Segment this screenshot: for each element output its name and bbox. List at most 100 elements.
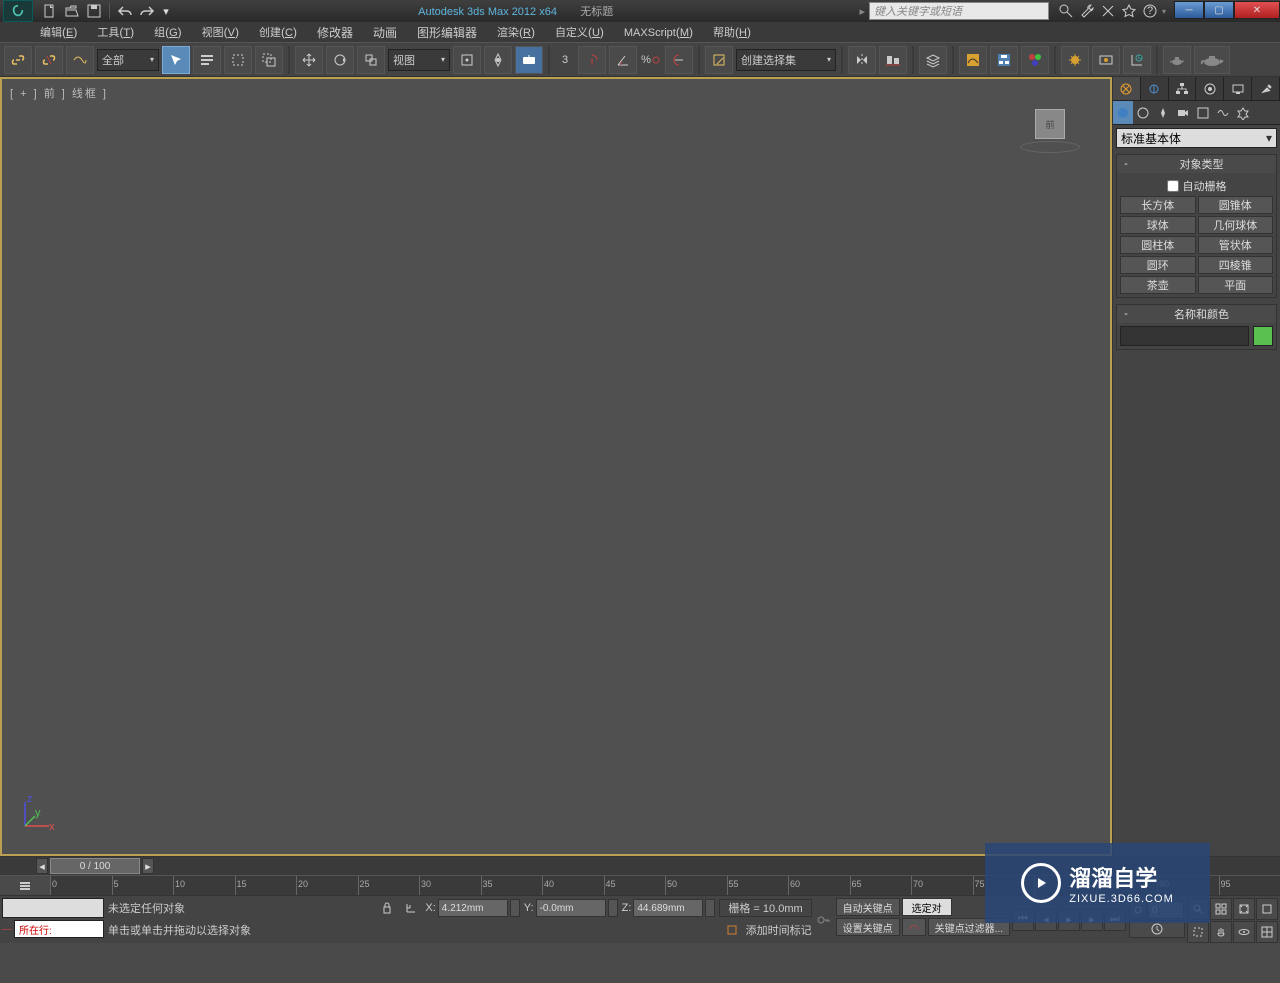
object-name-input[interactable]: [1120, 326, 1249, 346]
display-tab-icon[interactable]: [1224, 77, 1252, 100]
primitive-button[interactable]: 球体: [1120, 216, 1196, 234]
teapot-render-icon[interactable]: [1163, 46, 1191, 74]
goto-start-icon[interactable]: ⏮: [1012, 909, 1034, 931]
select-object-icon[interactable]: [162, 46, 190, 74]
search-icon[interactable]: [1057, 2, 1075, 20]
percent-snap-icon[interactable]: %: [640, 46, 662, 74]
name-color-header[interactable]: - 名称和颜色: [1117, 305, 1276, 323]
render-setup-icon[interactable]: [1061, 46, 1089, 74]
save-icon[interactable]: [85, 2, 103, 20]
pivot-center-icon[interactable]: [453, 46, 481, 74]
menu-customize[interactable]: 自定义(U): [545, 22, 614, 42]
primitive-button[interactable]: 圆环: [1120, 256, 1196, 274]
undo-icon[interactable]: [116, 2, 134, 20]
redo-icon[interactable]: [138, 2, 156, 20]
x-coord-input[interactable]: 4.212mm: [438, 899, 508, 917]
key-filters-button[interactable]: 关键点过滤器...: [928, 918, 1010, 936]
search-input[interactable]: 键入关键字或短语: [869, 2, 1049, 20]
shapes-subtab-icon[interactable]: [1133, 101, 1153, 124]
layers-icon[interactable]: [919, 46, 947, 74]
menu-help[interactable]: 帮助(H): [703, 22, 761, 42]
open-icon[interactable]: [63, 2, 81, 20]
y-coord-input[interactable]: -0.0mm: [536, 899, 606, 917]
utilities-tab-icon[interactable]: [1252, 77, 1280, 100]
move-icon[interactable]: [295, 46, 323, 74]
zoom-icon[interactable]: [1187, 898, 1209, 920]
menu-maxscript[interactable]: MAXScript(M): [614, 23, 703, 41]
primitive-button[interactable]: 长方体: [1120, 196, 1196, 214]
category-dropdown[interactable]: 标准基本体: [1116, 128, 1277, 148]
next-frame-icon[interactable]: ▸: [1081, 909, 1103, 931]
time-slider-thumb[interactable]: 0 / 100: [50, 858, 140, 874]
y-spinner[interactable]: [608, 899, 618, 917]
curve-editor-icon[interactable]: [959, 46, 987, 74]
orbit-icon[interactable]: [1233, 921, 1255, 943]
key-tangent-icon[interactable]: [902, 918, 926, 936]
menu-rendering[interactable]: 渲染(R): [487, 22, 545, 42]
search-chevron-icon[interactable]: ▸: [859, 5, 865, 18]
mirror-icon[interactable]: [848, 46, 876, 74]
help-dropdown-icon[interactable]: ▾: [1162, 7, 1166, 16]
primitive-button[interactable]: 圆锥体: [1198, 196, 1274, 214]
slider-prev-icon[interactable]: ◂: [36, 858, 48, 874]
close-button[interactable]: ✕: [1234, 1, 1280, 19]
zoom-region-icon[interactable]: [1187, 921, 1209, 943]
minimize-button[interactable]: ─: [1174, 1, 1204, 19]
helpers-subtab-icon[interactable]: [1193, 101, 1213, 124]
maximize-button[interactable]: ▢: [1204, 1, 1234, 19]
primitive-button[interactable]: 茶壶: [1120, 276, 1196, 294]
window-crossing-icon[interactable]: [255, 46, 283, 74]
edit-named-sel-icon[interactable]: [705, 46, 733, 74]
slider-next-icon[interactable]: ▸: [142, 858, 154, 874]
viewcube-compass[interactable]: [1020, 141, 1080, 153]
primitive-button[interactable]: 管状体: [1198, 236, 1274, 254]
teapot-large-icon[interactable]: [1194, 46, 1230, 74]
select-by-name-icon[interactable]: [193, 46, 221, 74]
render-frame-icon[interactable]: [1092, 46, 1120, 74]
set-key-button[interactable]: 设置关键点: [836, 918, 900, 936]
app-menu-button[interactable]: [3, 0, 33, 22]
lock-selection-icon[interactable]: [377, 898, 397, 918]
angle-snap-icon[interactable]: [609, 46, 637, 74]
named-selection-dropdown[interactable]: 创建选择集: [736, 49, 836, 71]
unlink-icon[interactable]: [35, 46, 63, 74]
auto-key-button[interactable]: 自动关键点: [836, 898, 900, 916]
object-type-header[interactable]: - 对象类型: [1117, 155, 1276, 173]
menu-tools[interactable]: 工具(T): [87, 22, 144, 42]
spacewarps-subtab-icon[interactable]: [1213, 101, 1233, 124]
bind-spacewarp-icon[interactable]: [66, 46, 94, 74]
menu-views[interactable]: 视图(V): [192, 22, 249, 42]
lights-subtab-icon[interactable]: [1153, 101, 1173, 124]
ref-coord-dropdown[interactable]: 视图: [388, 49, 450, 71]
hierarchy-tab-icon[interactable]: [1169, 77, 1197, 100]
prev-frame-icon[interactable]: ◂: [1035, 909, 1057, 931]
primitive-button[interactable]: 四棱锥: [1198, 256, 1274, 274]
add-time-tag[interactable]: 添加时间标记: [746, 922, 812, 938]
zoom-extents-all-icon[interactable]: [1256, 898, 1278, 920]
primitive-button[interactable]: 圆柱体: [1120, 236, 1196, 254]
scale-icon[interactable]: [357, 46, 385, 74]
track-bar[interactable]: 05101520253035404550556065707580859095: [0, 875, 1280, 895]
maxscript-mini-listener-output[interactable]: [2, 898, 104, 918]
new-icon[interactable]: [41, 2, 59, 20]
menu-group[interactable]: 组(G): [144, 22, 192, 42]
zoom-all-icon[interactable]: [1210, 898, 1232, 920]
key-mode-icon[interactable]: [1129, 901, 1147, 919]
selection-filter-dropdown[interactable]: 全部: [97, 49, 159, 71]
geometry-subtab-icon[interactable]: [1113, 101, 1133, 124]
menu-grapheditors[interactable]: 图形编辑器: [407, 22, 487, 43]
time-slider-track[interactable]: ◂ 0 / 100 ▸: [0, 857, 1280, 875]
cameras-subtab-icon[interactable]: [1173, 101, 1193, 124]
maximize-viewport-icon[interactable]: [1256, 921, 1278, 943]
track-bar-menu-icon[interactable]: [0, 876, 50, 895]
time-config-icon[interactable]: [1129, 920, 1185, 938]
maxscript-mini-listener-input[interactable]: 所在行:: [14, 920, 104, 938]
keyboard-shortcut-icon[interactable]: [515, 46, 543, 74]
link-icon[interactable]: [4, 46, 32, 74]
isolate-icon[interactable]: [722, 920, 742, 940]
x-spinner[interactable]: [510, 899, 520, 917]
zoom-extents-icon[interactable]: [1233, 898, 1255, 920]
select-rectangle-icon[interactable]: [224, 46, 252, 74]
material-editor-icon[interactable]: [1021, 46, 1049, 74]
render-prod-icon[interactable]: [1123, 46, 1151, 74]
